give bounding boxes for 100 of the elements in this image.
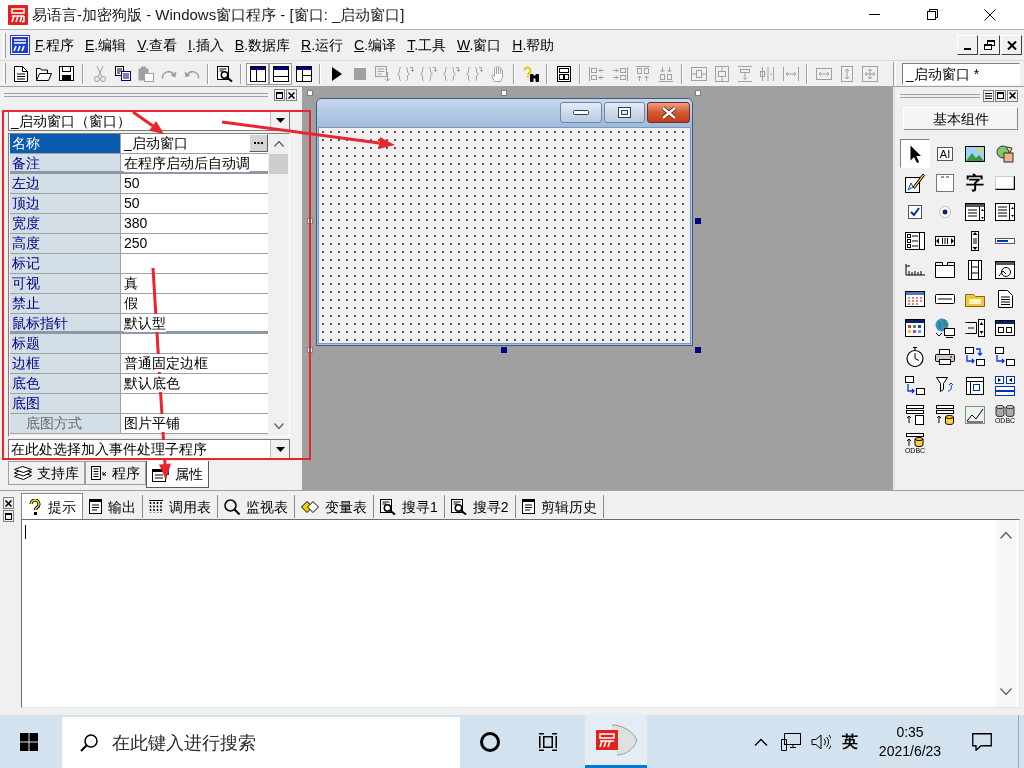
property-value-field[interactable]: 假 [121, 294, 268, 314]
property-value-field[interactable]: 380 [121, 214, 268, 234]
property-name[interactable]: 名称 [10, 134, 121, 154]
output-tab[interactable]: 输出 [83, 495, 143, 518]
menu-item[interactable]: V.查看 [132, 35, 183, 55]
toolbox-tool[interactable]: AI [930, 139, 960, 168]
property-value-field[interactable]: 普通固定边框 [121, 354, 268, 374]
property-name[interactable]: 顶边 [10, 194, 121, 214]
output-tab[interactable]: 调用表 [143, 495, 218, 518]
menu-item[interactable]: T.工具 [402, 35, 451, 55]
object-dropdown[interactable]: _启动窗口 * [902, 62, 1020, 85]
property-name[interactable]: 备注 [10, 154, 121, 174]
event-dropdown[interactable]: 在此处选择加入事件处理子程序 [8, 439, 290, 459]
property-name[interactable]: 边框 [10, 354, 121, 374]
menu-item[interactable]: I.插入 [183, 35, 229, 55]
ellipsis-button[interactable] [249, 134, 268, 152]
resize-handle[interactable] [307, 90, 313, 96]
close-button[interactable] [286, 89, 297, 101]
resize-handle[interactable] [501, 90, 507, 96]
panel-tab[interactable]: 程序 [85, 461, 146, 485]
resize-arrows-icon [861, 65, 878, 82]
menu-item[interactable]: C.编译 [349, 35, 402, 55]
scroll-thumb[interactable] [269, 154, 288, 174]
resize-handle[interactable] [695, 347, 701, 353]
chevron-down-icon [273, 423, 284, 429]
property-value-field[interactable]: 图片平铺 [121, 414, 268, 434]
property-value-field[interactable]: 50 [121, 174, 268, 194]
property-value-field[interactable] [121, 334, 268, 354]
clock-time[interactable]: 0:35 [896, 722, 924, 742]
restore-button[interactable] [274, 89, 285, 101]
braces-arrow-icon [420, 65, 437, 82]
property-name[interactable]: 可视 [10, 274, 121, 294]
resize-handle[interactable] [307, 347, 313, 353]
output-tab[interactable]: 提示 [21, 493, 83, 519]
category-button[interactable]: 基本组件 [903, 107, 1018, 130]
menu-button[interactable] [983, 89, 994, 102]
output-tab[interactable]: 变量表 [295, 495, 374, 518]
funnel-arrow-icon [936, 376, 954, 395]
resize-handle[interactable] [307, 218, 313, 224]
document-arrow-icon [374, 65, 391, 82]
maximize-button[interactable] [604, 102, 645, 123]
property-name[interactable]: 底图方式 [10, 414, 121, 434]
menu-item[interactable]: E.编辑 [79, 35, 132, 55]
align-bottom-icon [658, 65, 673, 82]
pencil-edit-icon [905, 172, 925, 193]
restore-button[interactable] [3, 510, 14, 522]
minimize-icon [868, 14, 880, 15]
taskbar-app-button[interactable] [585, 715, 647, 768]
input-language-button[interactable]: 英 [836, 715, 864, 768]
property-value-field[interactable]: 250 [121, 234, 268, 254]
property-name[interactable]: 底色 [10, 374, 121, 394]
stack-arrow-icon [736, 65, 753, 82]
property-name[interactable]: 底图 [10, 394, 121, 414]
output-tab[interactable]: 搜寻1 [374, 495, 445, 518]
media-list-icon [995, 375, 1015, 396]
color-grid-icon [905, 318, 925, 337]
close-button[interactable] [647, 102, 690, 123]
property-name[interactable]: 左边 [10, 174, 121, 194]
property-value-field[interactable]: 默认型 [121, 314, 268, 334]
property-value-field[interactable] [121, 254, 268, 274]
property-value-field[interactable]: 默认底色 [121, 374, 268, 394]
menu-item[interactable]: B.数据库 [229, 35, 296, 55]
toolbox-tool[interactable]: 字 [960, 168, 990, 197]
output-tab[interactable]: 监视表 [218, 495, 295, 518]
menu-item[interactable]: H.帮助 [507, 35, 560, 55]
toolbox-tool[interactable] [900, 139, 930, 168]
menu-item[interactable]: R.运行 [296, 35, 349, 55]
toolbar-button[interactable] [269, 62, 292, 85]
clock-date[interactable]: 2021/6/23 [878, 741, 942, 761]
minimize-button[interactable] [560, 102, 602, 123]
table-frame-icon [966, 376, 984, 395]
document-icon [521, 499, 535, 514]
property-value-field[interactable]: 真 [121, 274, 268, 294]
close-button[interactable] [3, 497, 14, 509]
property-name[interactable]: 鼠标指针 [10, 314, 121, 334]
restore-button[interactable] [995, 89, 1006, 102]
close-button[interactable] [1007, 89, 1018, 102]
property-value-field[interactable]: 50 [121, 194, 268, 214]
property-name[interactable]: 禁止 [10, 294, 121, 314]
resize-handle[interactable] [695, 90, 701, 96]
menu-item[interactable]: W.窗口 [452, 35, 507, 55]
property-name[interactable]: 标题 [10, 334, 121, 354]
panel-tab[interactable]: 属性 [146, 461, 209, 488]
resize-handle[interactable] [695, 218, 701, 224]
property-name[interactable]: 高度 [10, 234, 121, 254]
resize-handle[interactable] [501, 347, 507, 353]
database-icon [995, 404, 1015, 417]
toolbar-button[interactable] [246, 62, 269, 85]
dropdown-button[interactable] [270, 440, 289, 458]
search-field[interactable]: 在此键入进行搜索 [62, 717, 460, 768]
property-name[interactable]: 宽度 [10, 214, 121, 234]
vertical-scrollbar[interactable] [996, 520, 1016, 707]
output-tab[interactable]: 搜寻2 [444, 495, 516, 518]
property-value-field[interactable]: 在程序启动后自动调 [121, 154, 268, 174]
property-name[interactable]: 标记 [10, 254, 121, 274]
property-value-field[interactable]: _启动窗口 [121, 134, 268, 154]
output-tab[interactable]: 剪辑历史 [515, 495, 604, 518]
menu-item[interactable]: F.程序 [30, 35, 79, 55]
property-value-field[interactable] [121, 394, 268, 414]
panel-tab[interactable]: 支持库 [8, 461, 85, 485]
